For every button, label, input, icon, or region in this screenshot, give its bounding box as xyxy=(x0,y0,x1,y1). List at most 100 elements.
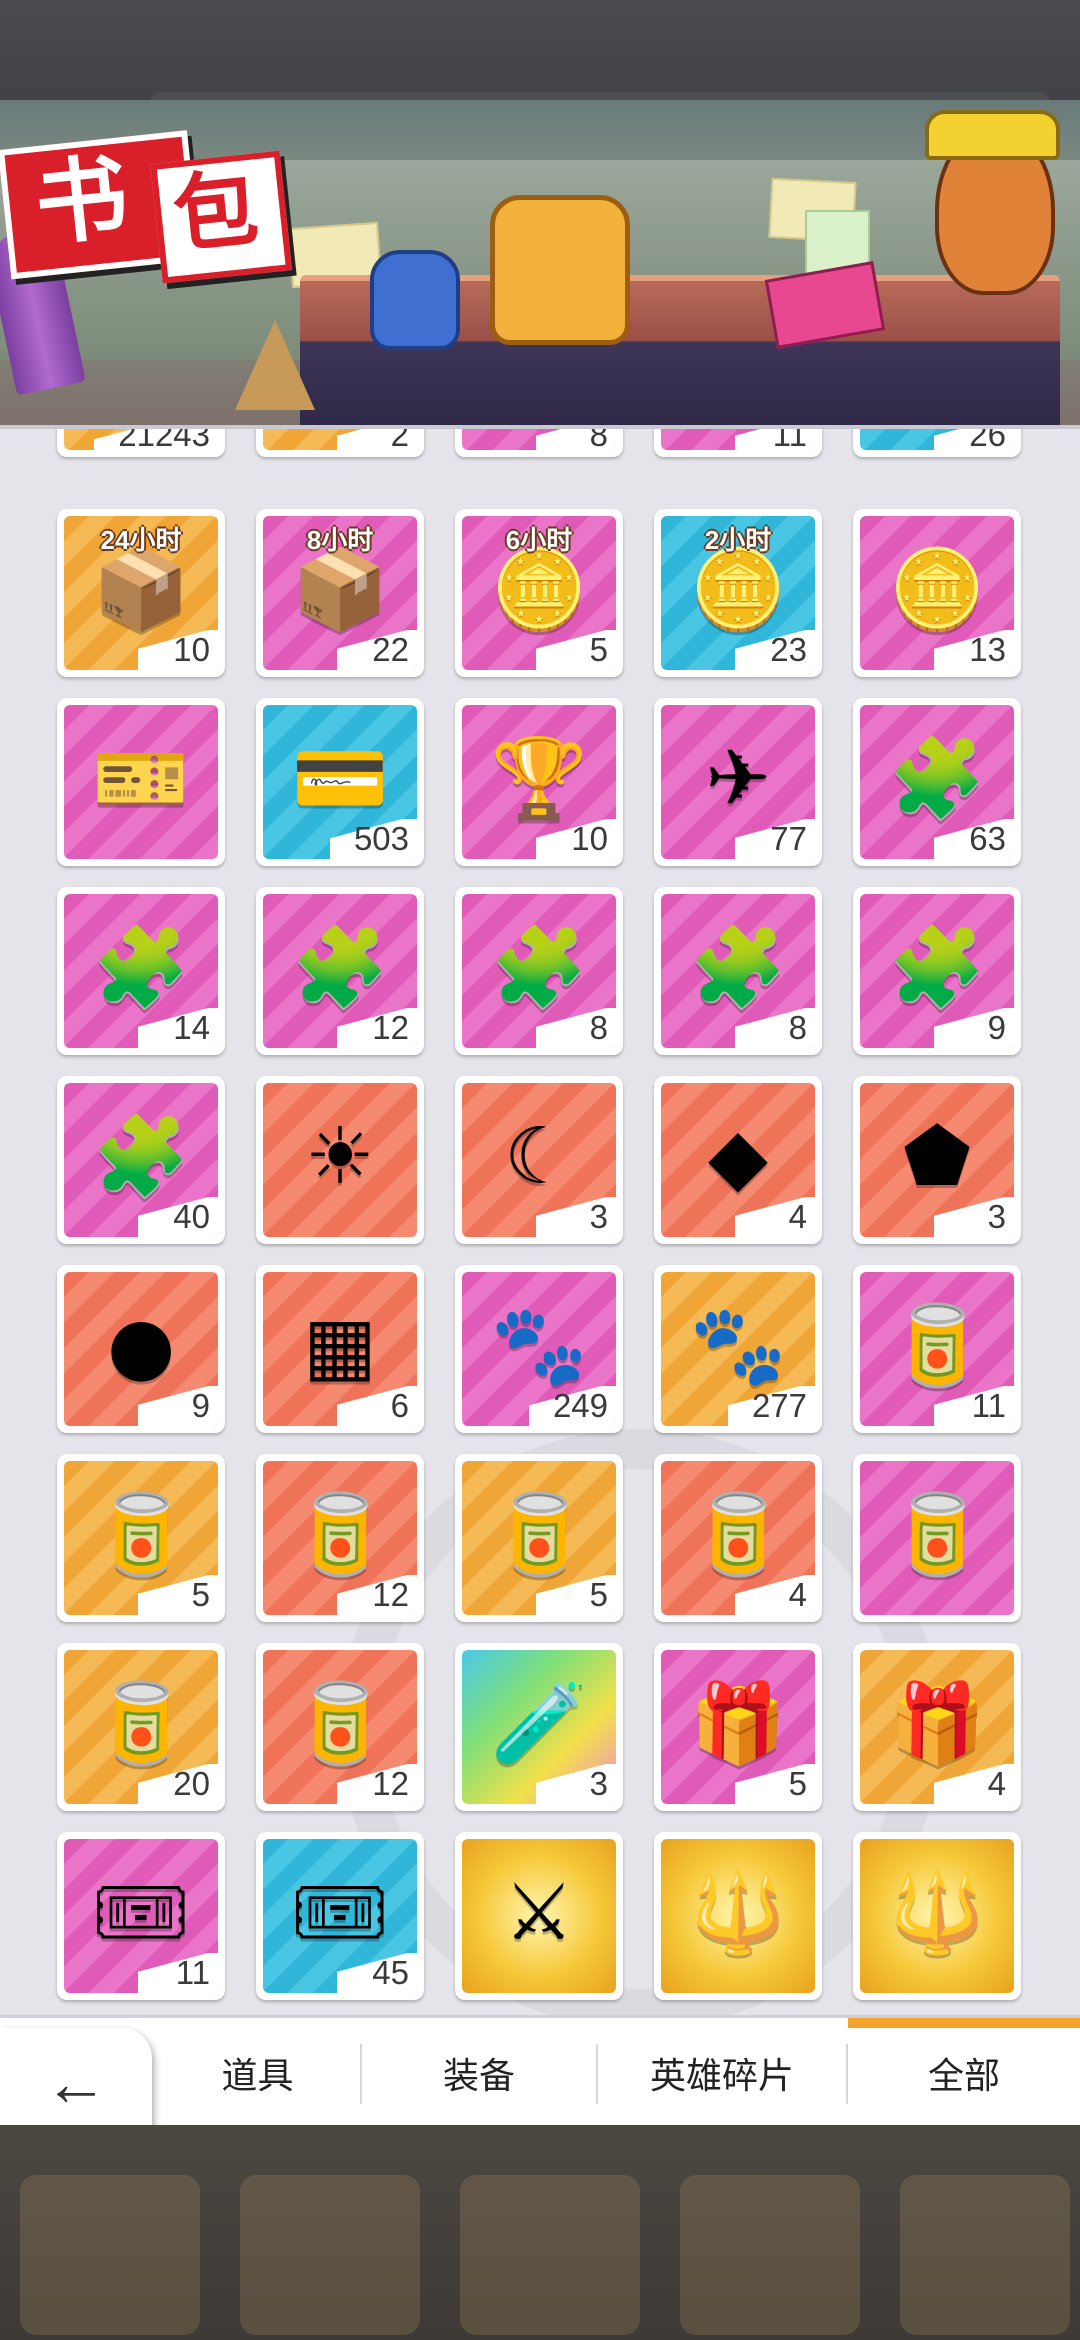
inventory-slot[interactable]: 📦 8小时 22 xyxy=(256,509,424,677)
item-icon: 🔱 xyxy=(689,1867,787,1958)
item-count: 3 xyxy=(536,1197,616,1237)
item-icon: ● xyxy=(106,1300,176,1391)
item-count: 11 xyxy=(735,429,815,450)
inventory-slot[interactable]: ⚔ xyxy=(455,1832,623,2000)
inventory-slot[interactable]: 26 xyxy=(853,429,1021,457)
inventory-slot[interactable]: 📦 24小时 10 xyxy=(57,509,225,677)
item-count: 8 xyxy=(536,1008,616,1048)
item-icon: ☀ xyxy=(305,1111,375,1202)
inventory-slot[interactable]: 🔱 xyxy=(853,1832,1021,2000)
item-count: 23 xyxy=(735,630,815,670)
item-count: 12 xyxy=(337,1575,417,1615)
item-count: 277 xyxy=(727,1386,815,1426)
inventory-slot[interactable]: 🥫 5 xyxy=(455,1454,623,1622)
inventory-slot[interactable]: 🥫 12 xyxy=(256,1643,424,1811)
inventory-slot[interactable]: 🎁 4 xyxy=(853,1643,1021,1811)
item-icon: ⚔ xyxy=(504,1867,574,1958)
item-count: 3 xyxy=(934,1197,1014,1237)
tab-label: 装备 xyxy=(442,2055,515,2096)
inventory-slot[interactable]: 8 xyxy=(455,429,623,457)
item-icon: 🐾 xyxy=(490,1300,588,1391)
item-icon: 🥫 xyxy=(92,1489,190,1580)
item-count: 10 xyxy=(536,819,616,859)
item-icon: 🧩 xyxy=(291,922,389,1013)
item-count: 40 xyxy=(138,1197,218,1237)
inventory-slot[interactable]: 🧩 8 xyxy=(455,887,623,1055)
item-icon: 🪙 xyxy=(689,544,787,635)
inventory-slot[interactable]: ● 9 xyxy=(57,1265,225,1433)
item-icon: 🥫 xyxy=(888,1489,986,1580)
inventory-slot[interactable]: 🧩 9 xyxy=(853,887,1021,1055)
inventory-slot[interactable]: 🧩 40 xyxy=(57,1076,225,1244)
inventory-slot[interactable]: 🎫 xyxy=(57,698,225,866)
inventory-slot[interactable]: 🧪 3 xyxy=(455,1643,623,1811)
title-char-1: 书 xyxy=(30,143,134,260)
inventory-slot[interactable]: ☾ 3 xyxy=(455,1076,623,1244)
inventory-slot[interactable]: 11 xyxy=(654,429,822,457)
item-icon: 🏆 xyxy=(490,733,588,824)
item-count: 11 xyxy=(138,1953,218,1993)
item-count: 6 xyxy=(337,1386,417,1426)
inventory-slot[interactable]: ☀ xyxy=(256,1076,424,1244)
tab-hero-fragments[interactable]: 英雄碎片 xyxy=(598,2018,846,2128)
inventory-slot[interactable]: 🧩 14 xyxy=(57,887,225,1055)
triangle-ruler-icon xyxy=(235,320,315,410)
item-icon: 🔱 xyxy=(888,1867,986,1958)
dimmed-menu-tile xyxy=(20,2175,200,2335)
item-count: 11 xyxy=(934,1386,1014,1426)
item-icon: 🧪 xyxy=(490,1678,588,1769)
inventory-slot[interactable]: ◆ 4 xyxy=(654,1076,822,1244)
item-count: 249 xyxy=(528,1386,616,1426)
inventory-slot[interactable]: ✈ 77 xyxy=(654,698,822,866)
item-count: 4 xyxy=(735,1575,815,1615)
inventory-slot[interactable]: 🥫 xyxy=(853,1454,1021,1622)
inventory-slot[interactable]: 🧩 8 xyxy=(654,887,822,1055)
item-duration-label: 6小时 xyxy=(505,525,573,555)
inventory-slot[interactable]: 🐾 277 xyxy=(654,1265,822,1433)
item-icon: 🎁 xyxy=(689,1678,787,1769)
inventory-slot[interactable]: 🥫 12 xyxy=(256,1454,424,1622)
dimmed-menu-tile xyxy=(460,2175,640,2335)
inventory-slot[interactable]: 🪙 13 xyxy=(853,509,1021,677)
hat-icon xyxy=(925,110,1060,160)
item-duration-label: 2小时 xyxy=(704,525,772,555)
inventory-slot[interactable]: 🪙 2小时 23 xyxy=(654,509,822,677)
item-count: 10 xyxy=(138,630,218,670)
tab-items[interactable]: 道具 xyxy=(155,2018,360,2128)
item-count: 12 xyxy=(337,1008,417,1048)
inventory-slot[interactable]: 🏆 10 xyxy=(455,698,623,866)
inventory-slot[interactable]: 🥫 5 xyxy=(57,1454,225,1622)
inventory-slot[interactable]: 🥫 11 xyxy=(853,1265,1021,1433)
inventory-slot[interactable]: 🎟 11 xyxy=(57,1832,225,2000)
inventory-slot[interactable]: 2 xyxy=(256,429,424,457)
inventory-panel[interactable]: 21243 2 8 11 26 📦 24小时 10 📦 8小时 22 🪙 6小时 5 🪙 2小时 23 🪙 13 🎫 💳… xyxy=(0,425,1080,2015)
inventory-slot[interactable]: 💳 503 xyxy=(256,698,424,866)
item-icon: 🥫 xyxy=(92,1678,190,1769)
item-icon: 🐾 xyxy=(689,1300,787,1391)
item-icon: 🧩 xyxy=(689,922,787,1013)
item-icon: ◆ xyxy=(708,1111,768,1202)
inventory-slot[interactable]: 🥫 4 xyxy=(654,1454,822,1622)
item-count: 45 xyxy=(337,1953,417,1993)
tab-all[interactable]: 全部 xyxy=(848,2018,1080,2128)
inventory-slot[interactable]: 🪙 6小时 5 xyxy=(455,509,623,677)
inventory-slot[interactable]: 🐾 249 xyxy=(455,1265,623,1433)
inventory-slot[interactable]: 🎟 45 xyxy=(256,1832,424,2000)
item-count: 8 xyxy=(536,429,616,450)
inventory-slot[interactable]: ▦ 6 xyxy=(256,1265,424,1433)
item-count: 9 xyxy=(934,1008,1014,1048)
inventory-slot[interactable]: 🔱 xyxy=(654,1832,822,2000)
inventory-slot[interactable]: 🧩 63 xyxy=(853,698,1021,866)
inventory-slot[interactable]: ⬟ 3 xyxy=(853,1076,1021,1244)
item-icon: 🎁 xyxy=(888,1678,986,1769)
item-icon: 🎫 xyxy=(92,733,190,824)
inventory-slot[interactable]: 21243 xyxy=(57,429,225,457)
inventory-slot[interactable]: 🥫 20 xyxy=(57,1643,225,1811)
tab-label: 道具 xyxy=(221,2055,294,2096)
item-icon: 🥫 xyxy=(291,1678,389,1769)
item-icon: 🥫 xyxy=(490,1489,588,1580)
inventory-slot[interactable]: 🧩 12 xyxy=(256,887,424,1055)
item-count: 3 xyxy=(536,1764,616,1804)
tab-equipment[interactable]: 装备 xyxy=(362,2018,596,2128)
inventory-slot[interactable]: 🎁 5 xyxy=(654,1643,822,1811)
